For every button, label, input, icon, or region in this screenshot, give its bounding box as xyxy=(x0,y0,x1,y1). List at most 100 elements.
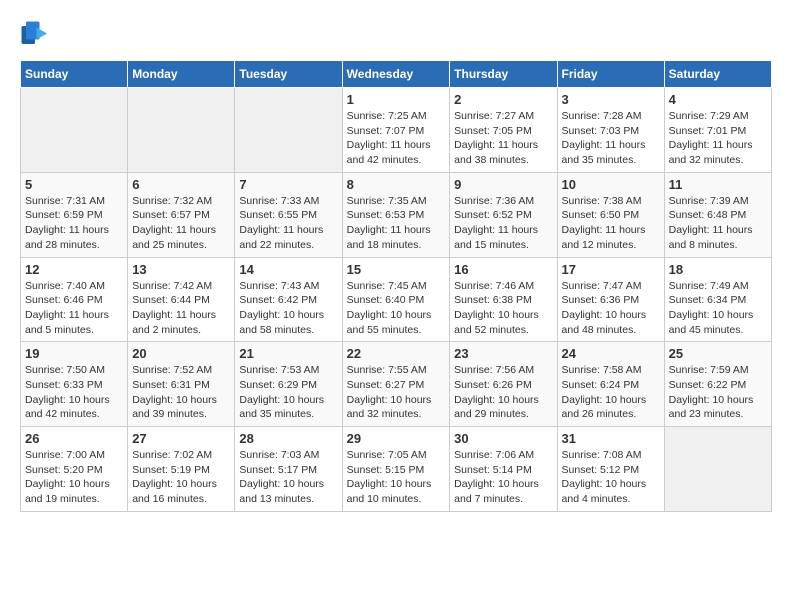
cell-content: Sunrise: 7:46 AMSunset: 6:38 PMDaylight:… xyxy=(454,279,552,338)
calendar-cell: 9 Sunrise: 7:36 AMSunset: 6:52 PMDaylight… xyxy=(450,172,557,257)
calendar-cell: 12 Sunrise: 7:40 AMSunset: 6:46 PMDayligh… xyxy=(21,257,128,342)
day-number: 17 xyxy=(562,262,660,277)
cell-content: Sunrise: 7:40 AMSunset: 6:46 PMDaylight:… xyxy=(25,279,123,338)
column-header-saturday: Saturday xyxy=(664,61,771,88)
cell-content: Sunrise: 7:29 AMSunset: 7:01 PMDaylight:… xyxy=(669,109,767,168)
day-number: 19 xyxy=(25,346,123,361)
cell-content: Sunrise: 7:00 AMSunset: 5:20 PMDaylight:… xyxy=(25,448,123,507)
calendar-cell: 7Sunrise: 7:33 AMSunset: 6:55 PMDaylight… xyxy=(235,172,342,257)
calendar-cell: 21 Sunrise: 7:53 AMSunset: 6:29 PMDayligh… xyxy=(235,342,342,427)
calendar-cell: 6 Sunrise: 7:32 AMSunset: 6:57 PMDaylight… xyxy=(128,172,235,257)
day-number: 15 xyxy=(347,262,446,277)
day-number: 5 xyxy=(25,177,123,192)
day-number: 24 xyxy=(562,346,660,361)
cell-content: Sunrise: 7:47 AMSunset: 6:36 PMDaylight:… xyxy=(562,279,660,338)
day-number: 8 xyxy=(347,177,446,192)
calendar-cell: 5 Sunrise: 7:31 AMSunset: 6:59 PMDaylight… xyxy=(21,172,128,257)
cell-content: Sunrise: 7:02 AMSunset: 5:19 PMDaylight:… xyxy=(132,448,230,507)
day-number: 4 xyxy=(669,92,767,107)
cell-content: Sunrise: 7:45 AMSunset: 6:40 PMDaylight:… xyxy=(347,279,446,338)
cell-content: Sunrise: 7:03 AMSunset: 5:17 PMDaylight:… xyxy=(239,448,337,507)
day-number: 30 xyxy=(454,431,552,446)
day-number: 1 xyxy=(347,92,446,107)
day-number: 31 xyxy=(562,431,660,446)
calendar-cell: 19 Sunrise: 7:50 AMSunset: 6:33 PMDayligh… xyxy=(21,342,128,427)
calendar-cell xyxy=(235,88,342,173)
calendar-cell: 1 Sunrise: 7:25 AMSunset: 7:07 PMDaylight… xyxy=(342,88,450,173)
column-header-sunday: Sunday xyxy=(21,61,128,88)
calendar-cell: 4 Sunrise: 7:29 AMSunset: 7:01 PMDaylight… xyxy=(664,88,771,173)
calendar-cell: 15 Sunrise: 7:45 AMSunset: 6:40 PMDayligh… xyxy=(342,257,450,342)
day-number: 16 xyxy=(454,262,552,277)
cell-content: Sunrise: 7:58 AMSunset: 6:24 PMDaylight:… xyxy=(562,363,660,422)
day-number: 20 xyxy=(132,346,230,361)
cell-content: Sunrise: 7:39 AMSunset: 6:48 PMDaylight:… xyxy=(669,194,767,253)
calendar-cell xyxy=(664,427,771,512)
day-number: 28 xyxy=(239,431,337,446)
logo xyxy=(20,20,54,50)
cell-content: Sunrise: 7:50 AMSunset: 6:33 PMDaylight:… xyxy=(25,363,123,422)
cell-content: Sunrise: 7:59 AMSunset: 6:22 PMDaylight:… xyxy=(669,363,767,422)
calendar-cell: 20Sunrise: 7:52 AMSunset: 6:31 PMDayligh… xyxy=(128,342,235,427)
calendar-week-row: 5 Sunrise: 7:31 AMSunset: 6:59 PMDaylight… xyxy=(21,172,772,257)
day-number: 2 xyxy=(454,92,552,107)
calendar-cell: 10 Sunrise: 7:38 AMSunset: 6:50 PMDayligh… xyxy=(557,172,664,257)
cell-content: Sunrise: 7:49 AMSunset: 6:34 PMDaylight:… xyxy=(669,279,767,338)
day-number: 23 xyxy=(454,346,552,361)
cell-content: Sunrise: 7:32 AMSunset: 6:57 PMDaylight:… xyxy=(132,194,230,253)
calendar-cell: 18Sunrise: 7:49 AMSunset: 6:34 PMDayligh… xyxy=(664,257,771,342)
calendar-header-row: SundayMondayTuesdayWednesdayThursdayFrid… xyxy=(21,61,772,88)
cell-content: Sunrise: 7:53 AMSunset: 6:29 PMDaylight:… xyxy=(239,363,337,422)
calendar-table: SundayMondayTuesdayWednesdayThursdayFrid… xyxy=(20,60,772,512)
calendar-cell: 23 Sunrise: 7:56 AMSunset: 6:26 PMDayligh… xyxy=(450,342,557,427)
calendar-cell: 22 Sunrise: 7:55 AMSunset: 6:27 PMDayligh… xyxy=(342,342,450,427)
cell-content: Sunrise: 7:08 AMSunset: 5:12 PMDaylight:… xyxy=(562,448,660,507)
calendar-cell: 26 Sunrise: 7:00 AMSunset: 5:20 PMDayligh… xyxy=(21,427,128,512)
cell-content: Sunrise: 7:43 AMSunset: 6:42 PMDaylight:… xyxy=(239,279,337,338)
day-number: 3 xyxy=(562,92,660,107)
cell-content: Sunrise: 7:55 AMSunset: 6:27 PMDaylight:… xyxy=(347,363,446,422)
calendar-cell: 24 Sunrise: 7:58 AMSunset: 6:24 PMDayligh… xyxy=(557,342,664,427)
day-number: 12 xyxy=(25,262,123,277)
cell-content: Sunrise: 7:31 AMSunset: 6:59 PMDaylight:… xyxy=(25,194,123,253)
cell-content: Sunrise: 7:27 AMSunset: 7:05 PMDaylight:… xyxy=(454,109,552,168)
calendar-cell: 25 Sunrise: 7:59 AMSunset: 6:22 PMDayligh… xyxy=(664,342,771,427)
day-number: 21 xyxy=(239,346,337,361)
logo-icon xyxy=(20,20,50,50)
calendar-cell: 28 Sunrise: 7:03 AMSunset: 5:17 PMDayligh… xyxy=(235,427,342,512)
day-number: 6 xyxy=(132,177,230,192)
calendar-cell: 2 Sunrise: 7:27 AMSunset: 7:05 PMDaylight… xyxy=(450,88,557,173)
day-number: 25 xyxy=(669,346,767,361)
calendar-week-row: 19 Sunrise: 7:50 AMSunset: 6:33 PMDayligh… xyxy=(21,342,772,427)
column-header-friday: Friday xyxy=(557,61,664,88)
cell-content: Sunrise: 7:42 AMSunset: 6:44 PMDaylight:… xyxy=(132,279,230,338)
calendar-cell: 13Sunrise: 7:42 AMSunset: 6:44 PMDayligh… xyxy=(128,257,235,342)
day-number: 9 xyxy=(454,177,552,192)
calendar-week-row: 26 Sunrise: 7:00 AMSunset: 5:20 PMDayligh… xyxy=(21,427,772,512)
calendar-cell: 31 Sunrise: 7:08 AMSunset: 5:12 PMDayligh… xyxy=(557,427,664,512)
column-header-thursday: Thursday xyxy=(450,61,557,88)
cell-content: Sunrise: 7:06 AMSunset: 5:14 PMDaylight:… xyxy=(454,448,552,507)
column-header-tuesday: Tuesday xyxy=(235,61,342,88)
calendar-cell: 8Sunrise: 7:35 AMSunset: 6:53 PMDaylight… xyxy=(342,172,450,257)
cell-content: Sunrise: 7:28 AMSunset: 7:03 PMDaylight:… xyxy=(562,109,660,168)
day-number: 29 xyxy=(347,431,446,446)
calendar-cell: 27 Sunrise: 7:02 AMSunset: 5:19 PMDayligh… xyxy=(128,427,235,512)
cell-content: Sunrise: 7:33 AMSunset: 6:55 PMDaylight:… xyxy=(239,194,337,253)
calendar-cell xyxy=(128,88,235,173)
day-number: 10 xyxy=(562,177,660,192)
day-number: 11 xyxy=(669,177,767,192)
cell-content: Sunrise: 7:25 AMSunset: 7:07 PMDaylight:… xyxy=(347,109,446,168)
day-number: 22 xyxy=(347,346,446,361)
column-header-wednesday: Wednesday xyxy=(342,61,450,88)
cell-content: Sunrise: 7:38 AMSunset: 6:50 PMDaylight:… xyxy=(562,194,660,253)
cell-content: Sunrise: 7:36 AMSunset: 6:52 PMDaylight:… xyxy=(454,194,552,253)
day-number: 26 xyxy=(25,431,123,446)
cell-content: Sunrise: 7:56 AMSunset: 6:26 PMDaylight:… xyxy=(454,363,552,422)
calendar-week-row: 12 Sunrise: 7:40 AMSunset: 6:46 PMDayligh… xyxy=(21,257,772,342)
calendar-cell: 17 Sunrise: 7:47 AMSunset: 6:36 PMDayligh… xyxy=(557,257,664,342)
page-header xyxy=(20,20,772,50)
calendar-cell: 3 Sunrise: 7:28 AMSunset: 7:03 PMDaylight… xyxy=(557,88,664,173)
day-number: 27 xyxy=(132,431,230,446)
calendar-week-row: 1 Sunrise: 7:25 AMSunset: 7:07 PMDaylight… xyxy=(21,88,772,173)
